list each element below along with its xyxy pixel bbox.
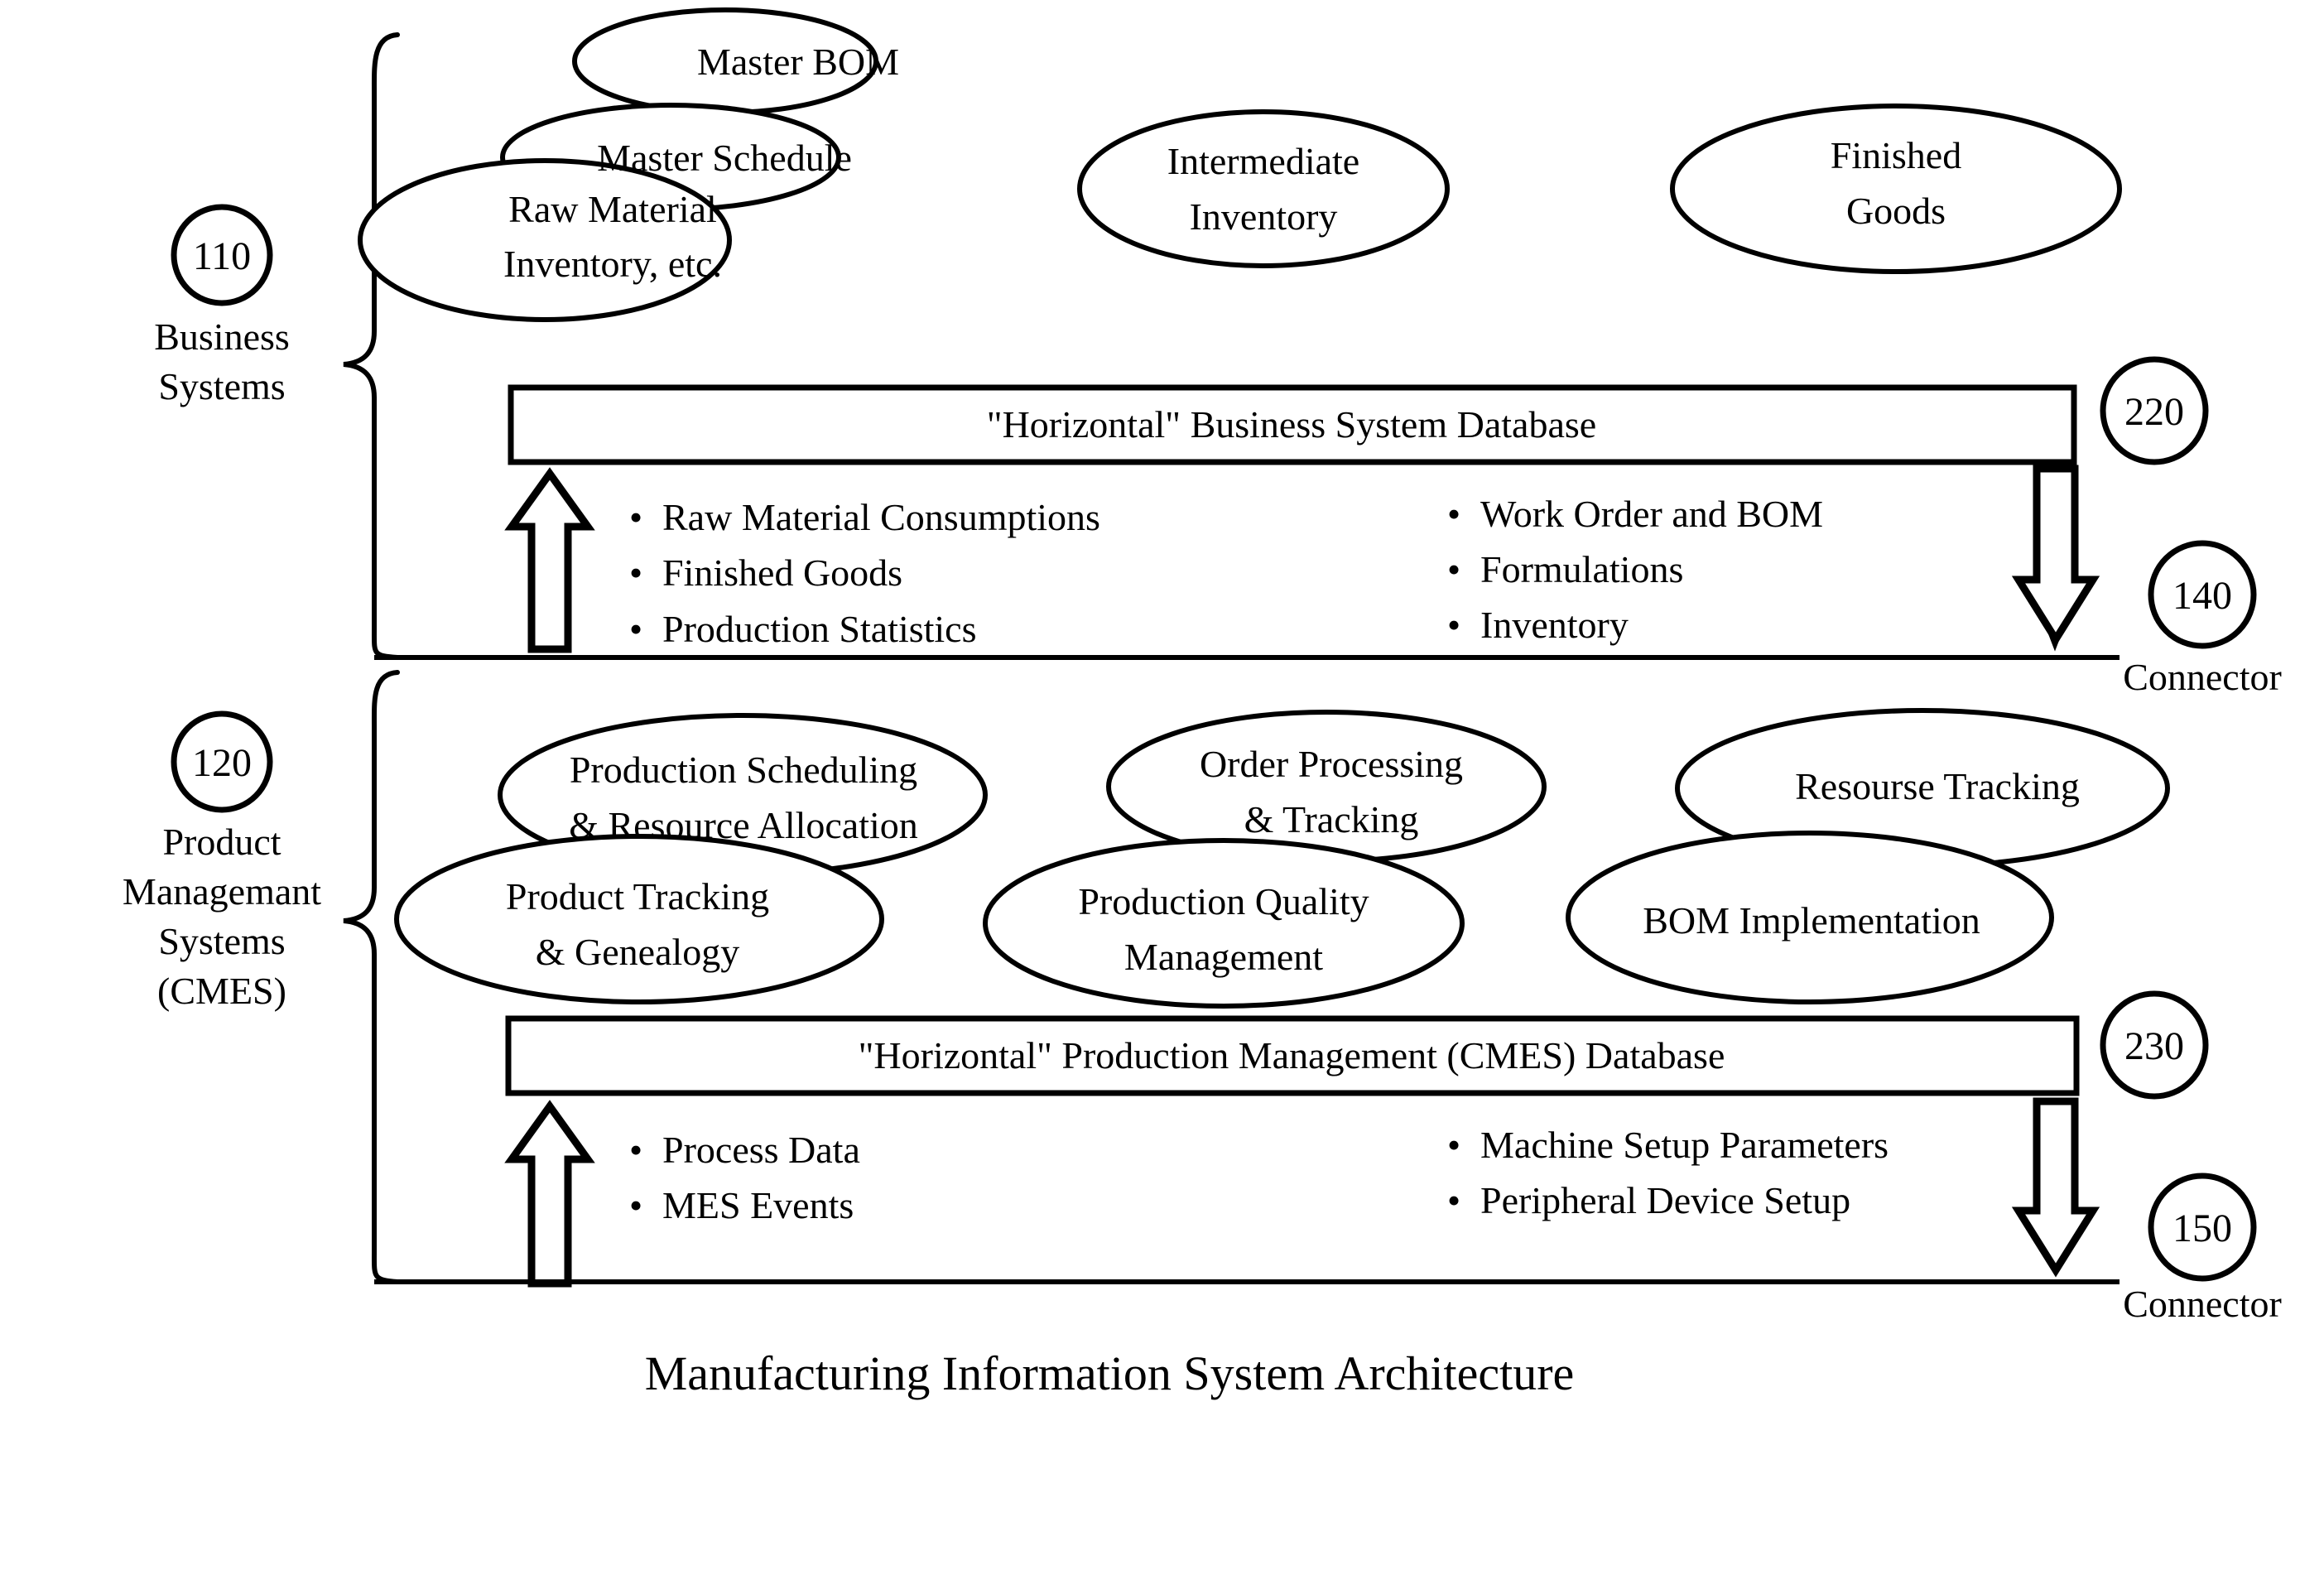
business-bullet-left-0-marker: • — [629, 496, 642, 538]
node-finished-goods-label-line2: Goods — [1846, 190, 1946, 232]
cmes-bullet-left-1: MES Events — [662, 1184, 854, 1226]
business-systems-label-line2: Systems — [158, 365, 285, 407]
node-intermediate-inventory-ellipse — [1077, 109, 1450, 268]
node-order-processing-label-line2: & Tracking — [1244, 798, 1419, 840]
node-finished-goods-label-line1: Finished — [1831, 134, 1961, 176]
node-production-scheduling-label-line2: & Resource Allocation — [569, 804, 918, 846]
ref-120-text: 120 — [192, 741, 252, 785]
brace-product-management-systems — [343, 670, 400, 1284]
node-production-quality-label-line2: Management — [1124, 936, 1323, 978]
node-order-processing-label-line1: Order Processing — [1200, 743, 1463, 785]
business-database-bar-label: "Horizontal" Business System Database — [987, 403, 1596, 445]
cmes-label-line3: Systems — [158, 920, 285, 962]
cmes-label-line2: Managemant — [123, 870, 321, 913]
business-bullet-right-2-marker: • — [1447, 604, 1460, 646]
node-raw-material-label-line1: Raw Material — [508, 188, 717, 230]
business-download-arrow-body — [2011, 465, 2100, 647]
cmes-upload-arrow — [504, 1100, 595, 1288]
ref-140-text: 140 — [2172, 574, 2232, 618]
node-master-schedule-label: Master Schedule — [597, 137, 852, 179]
cmes-bullet-left-0-marker: • — [629, 1129, 642, 1171]
cmes-bullet-right-0: Machine Setup Parameters — [1480, 1124, 1889, 1166]
diagram-svg: 110 Business Systems Master BOM Master S… — [123, 7, 2282, 1400]
cmes-database-bar-label: "Horizontal" Production Management (CMES… — [859, 1034, 1725, 1076]
figure-title: Manufacturing Information System Archite… — [645, 1346, 1575, 1400]
patent-figure-canvas: 110 Business Systems Master BOM Master S… — [0, 0, 2324, 1570]
node-product-tracking-ellipse — [394, 834, 884, 1004]
cmes-download-arrow — [2011, 1097, 2100, 1278]
business-bullet-right-0: Work Order and BOM — [1480, 493, 1823, 535]
business-bullet-right-2: Inventory — [1480, 604, 1629, 646]
cmes-bullet-left-0: Process Data — [662, 1129, 860, 1171]
node-resourse-tracking-label: Resourse Tracking — [1795, 765, 2080, 807]
business-bullet-right-1: Formulations — [1480, 548, 1683, 590]
connector-150-label: Connector — [2123, 1283, 2282, 1325]
business-bullet-left-2-marker: • — [629, 608, 642, 650]
business-bullet-left-0: Raw Material Consumptions — [662, 496, 1100, 538]
node-raw-material-ellipse — [358, 158, 732, 322]
node-production-scheduling-label-line1: Production Scheduling — [570, 749, 917, 791]
cmes-label-line1: Product — [162, 821, 281, 863]
ref-150-text: 150 — [2172, 1206, 2232, 1250]
node-production-quality-label-line1: Production Quality — [1078, 880, 1369, 922]
cmes-bullet-right-1: Peripheral Device Setup — [1480, 1179, 1850, 1221]
business-bullet-left-2: Production Statistics — [662, 608, 977, 650]
brace-business-systems — [343, 32, 400, 660]
ref-220-text: 220 — [2124, 390, 2184, 434]
business-bullet-right-0-marker: • — [1447, 493, 1460, 535]
business-bullet-left-1: Finished Goods — [662, 551, 902, 594]
cmes-label-line4: (CMES) — [157, 970, 286, 1012]
business-systems-label-line1: Business — [154, 315, 290, 358]
business-bullet-right-1-marker: • — [1447, 548, 1460, 590]
node-product-tracking-label-line1: Product Tracking — [506, 875, 769, 917]
cmes-bullet-left-1-marker: • — [629, 1184, 642, 1226]
node-master-bom-label: Master BOM — [697, 41, 899, 83]
node-production-quality-ellipse — [983, 838, 1465, 1009]
node-bom-implementation-label: BOM Implementation — [1643, 899, 1980, 942]
connector-140-label: Connector — [2123, 656, 2282, 698]
business-bullet-left-1-marker: • — [629, 551, 642, 594]
business-upload-arrow — [504, 467, 595, 653]
cmes-bullet-right-1-marker: • — [1447, 1179, 1460, 1221]
ref-110-text: 110 — [193, 234, 251, 278]
node-product-tracking-label-line2: & Genealogy — [536, 931, 740, 973]
node-finished-goods-ellipse — [1670, 104, 2122, 274]
node-intermediate-inventory-label-line2: Inventory — [1190, 195, 1338, 238]
node-intermediate-inventory-label-line1: Intermediate — [1167, 140, 1359, 182]
ref-230-text: 230 — [2124, 1024, 2184, 1068]
cmes-bullet-right-0-marker: • — [1447, 1124, 1460, 1166]
node-raw-material-label-line2: Inventory, etc. — [503, 243, 722, 285]
